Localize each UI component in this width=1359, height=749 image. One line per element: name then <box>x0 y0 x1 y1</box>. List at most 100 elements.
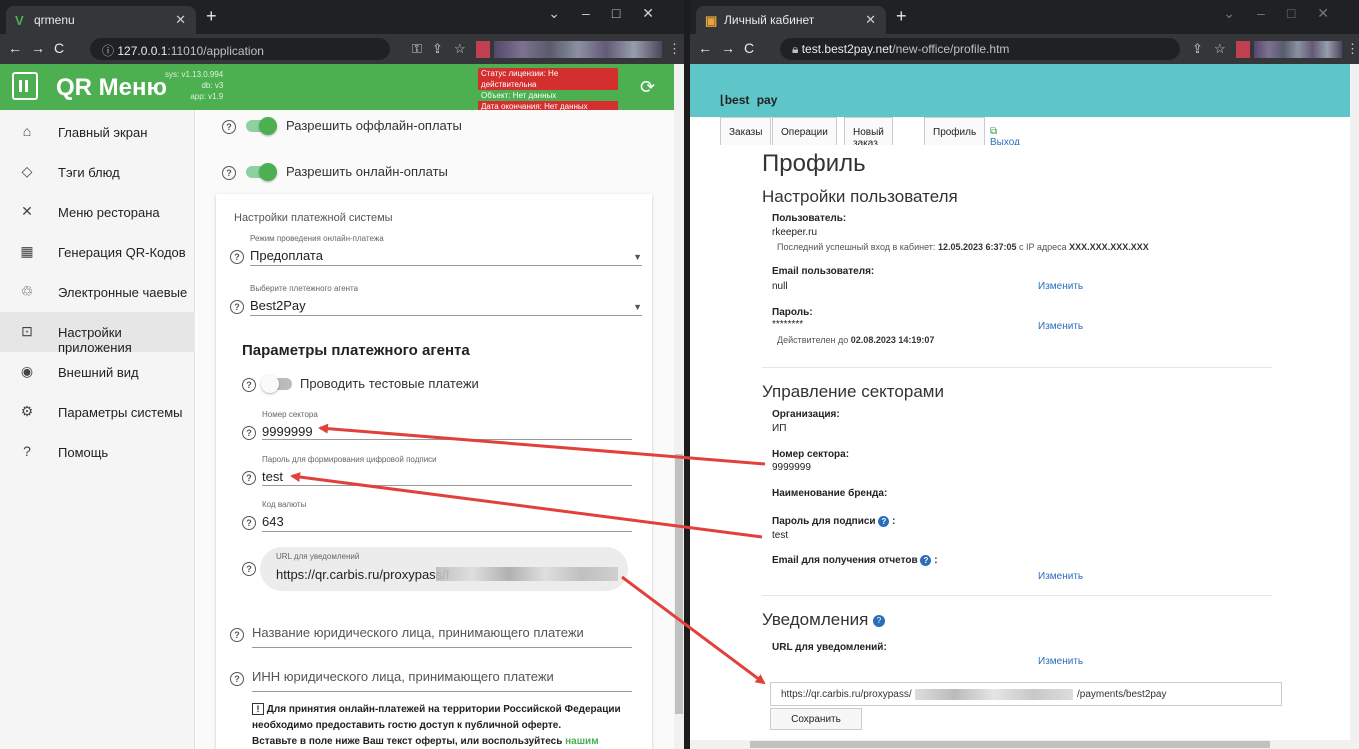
notify-url-input[interactable]: https://qr.carbis.ru/proxypass/ /payment… <box>770 682 1282 706</box>
horizontal-scrollbar[interactable] <box>690 740 1359 749</box>
legal-inn-input[interactable]: ИНН юридического лица, принимающего плат… <box>252 664 632 692</box>
sign-label: Пароль для подписи <box>772 516 876 528</box>
valid-prefix: Действителен до <box>777 335 849 345</box>
notify-url-label: URL для уведомлений: <box>772 642 887 653</box>
tab-orders[interactable]: Заказы <box>720 117 772 145</box>
sidebar-item-appearance[interactable]: ◉ Внешний вид <box>0 352 195 392</box>
new-tab-button[interactable]: + <box>206 6 217 27</box>
password-label: Пароль: <box>772 307 813 318</box>
payment-mode-value: Предоплата <box>250 248 323 263</box>
sidebar-item-system[interactable]: ⚙ Параметры системы <box>0 392 195 432</box>
menu-kebab-icon[interactable]: ⋮ <box>668 41 681 57</box>
email-value: null <box>772 281 788 292</box>
sidebar-item-qr[interactable]: ▦ Генерация QR-Кодов <box>0 232 195 272</box>
sector-label: Номер сектора: <box>772 449 850 460</box>
exit-icon: ⧉ <box>990 126 998 137</box>
best2pay-header <box>690 64 1359 117</box>
change-report-email-link[interactable]: Изменить <box>1038 571 1083 582</box>
legal-name-input[interactable]: Название юридического лица, принимающего… <box>252 620 632 648</box>
help-icon-sign[interactable]: ? <box>242 469 256 485</box>
help-icon[interactable]: ? <box>920 555 932 566</box>
sign-label-row: Пароль для подписи ? : <box>772 516 896 528</box>
nav-buttons[interactable]: ←→C <box>8 40 73 56</box>
sidebar-item-help[interactable]: ? Помощь <box>0 432 195 472</box>
vertical-scrollbar[interactable] <box>1350 64 1359 740</box>
sidebar-item-tags[interactable]: ◇ Тэги блюд <box>0 152 195 192</box>
payment-agent-select[interactable]: Выберите плетежного агента Best2Pay ▼ <box>250 284 642 316</box>
help-icon-currency[interactable]: ? <box>242 514 256 530</box>
currency-code-label: Код валюты <box>262 500 307 509</box>
help-icon-sector[interactable]: ? <box>242 424 256 440</box>
lock-icon: 🔒︎ <box>792 42 802 56</box>
org-value: ИП <box>772 423 787 434</box>
tab-title: Личный кабинет <box>724 13 815 27</box>
scrollbar-thumb[interactable] <box>750 741 1270 748</box>
key-icon[interactable]: ⚿ <box>412 41 422 57</box>
extension-icon[interactable] <box>476 41 490 58</box>
url-host: 127.0.0.1 <box>117 44 168 58</box>
settings-app-icon: ⊡ <box>21 323 33 339</box>
refresh-icon[interactable]: ⟳ <box>640 77 655 98</box>
help-icon[interactable]: ? <box>222 166 236 180</box>
sector-number-input[interactable]: Номер сектора 9999999 <box>262 410 632 440</box>
offline-payments-toggle[interactable] <box>246 117 277 135</box>
address-bar: ←→C ⓘ 127.0.0.1:11010/application ⚿ ⇪ ☆ … <box>0 34 684 64</box>
best2pay-logo: ⌊best ·pay <box>720 93 777 107</box>
user-settings-title: Настройки пользователя <box>762 187 958 206</box>
share-icon[interactable]: ⇪ <box>432 41 443 57</box>
help-icon-notify[interactable]: ? <box>242 560 256 576</box>
brand-label: Наименование бренда: <box>772 488 888 499</box>
window-controls[interactable]: ⌄–□✕ <box>1223 5 1351 22</box>
help-icon-legal[interactable]: ? <box>230 626 244 642</box>
tab-operations[interactable]: Операции <box>772 117 837 145</box>
help-icon-agent[interactable]: ? <box>230 298 244 314</box>
new-tab-button[interactable]: + <box>896 6 907 27</box>
exit-link[interactable]: ⧉ Выход <box>982 117 1028 148</box>
help-icon[interactable]: ? <box>222 120 236 134</box>
help-icon[interactable]: ? <box>873 614 886 627</box>
window-controls[interactable]: ⌄–□✕ <box>548 5 676 22</box>
offline-payments-row: ? <box>222 118 236 134</box>
share-icon[interactable]: ⇪ <box>1192 41 1203 57</box>
help-icon-inn[interactable]: ? <box>230 670 244 686</box>
star-icon[interactable]: ☆ <box>454 41 466 57</box>
change-password-link[interactable]: Изменить <box>1038 321 1083 332</box>
tab-best2pay[interactable]: ▣ Личный кабинет ✕ <box>696 6 886 34</box>
tab-new-order[interactable]: Новый заказ <box>844 117 893 149</box>
payment-agent-value: Best2Pay <box>250 298 306 313</box>
nav-buttons[interactable]: ←→C <box>698 40 763 56</box>
help-icon-test[interactable]: ? <box>242 376 256 392</box>
url-field[interactable]: ⓘ 127.0.0.1:11010/application <box>90 38 390 60</box>
report-email-label: Email для получения отчетов <box>772 555 918 567</box>
online-payments-toggle[interactable] <box>246 163 277 181</box>
tab-qrmenu[interactable]: V qrmenu ✕ <box>6 6 196 34</box>
save-button[interactable]: Сохранить <box>770 708 862 730</box>
logo-part-b: pay <box>756 93 778 107</box>
payment-mode-select[interactable]: Режим проведения онлайн-платежа Предопла… <box>250 234 642 266</box>
sidebar-item-home[interactable]: ⌂ Главный экран <box>0 112 195 152</box>
help-icon[interactable]: ? <box>878 516 890 527</box>
url-field[interactable]: 🔒︎ test.best2pay.net/new-office/profile.… <box>780 38 1180 60</box>
sidebar-item-app-settings[interactable]: ⊡ Настройки приложения <box>0 312 195 355</box>
change-notify-link[interactable]: Изменить <box>1038 656 1083 667</box>
report-email-row: Email для получения отчетов ? : <box>772 555 938 567</box>
menu-kebab-icon[interactable]: ⋮ <box>1346 41 1359 57</box>
change-email-link[interactable]: Изменить <box>1038 281 1083 292</box>
currency-code-input[interactable]: Код валюты 643 <box>262 500 632 532</box>
sidebar-item-tips[interactable]: ♲ Электронные чаевые <box>0 272 195 312</box>
test-payments-toggle[interactable] <box>261 375 292 393</box>
help-icon-mode[interactable]: ? <box>230 248 244 264</box>
notify-url-input[interactable]: URL для уведомлений https://qr.carbis.ru… <box>260 547 628 591</box>
sidebar-item-menu[interactable]: ✕ Меню ресторана <box>0 192 195 232</box>
close-tab-icon[interactable]: ✕ <box>865 12 876 28</box>
extension-icon[interactable] <box>1236 41 1250 58</box>
vertical-scrollbar[interactable] <box>674 64 684 749</box>
signature-password-input[interactable]: Пароль для формирования цифровой подписи… <box>262 455 632 486</box>
star-icon[interactable]: ☆ <box>1214 41 1226 57</box>
sector-number-label: Номер сектора <box>262 410 318 419</box>
close-tab-icon[interactable]: ✕ <box>175 12 186 28</box>
scrollbar-thumb[interactable] <box>675 454 683 714</box>
tab-profile[interactable]: Профиль <box>924 117 986 145</box>
warning-icon: ! <box>252 703 264 715</box>
signature-password-label: Пароль для формирования цифровой подписи <box>262 455 437 464</box>
